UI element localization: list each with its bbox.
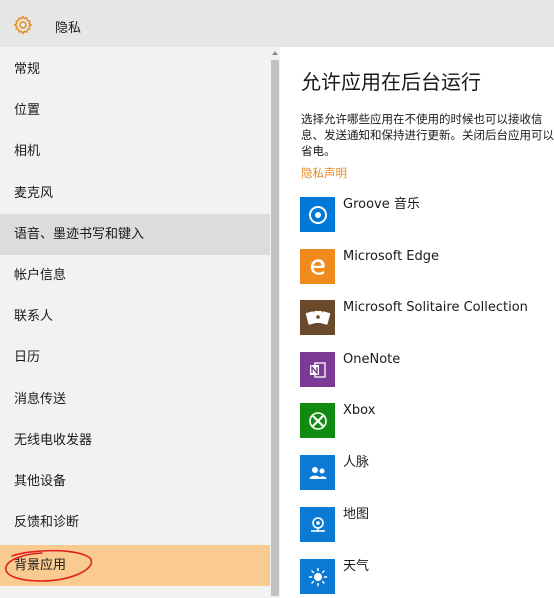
solitaire-cards-icon [300, 300, 335, 335]
sidebar-item-messaging[interactable]: 消息传送 [0, 379, 270, 420]
sidebar-item-feedback-diagnostics[interactable]: 反馈和诊断 [0, 502, 270, 543]
app-name: OneNote [343, 352, 401, 367]
red-circle-annotation [5, 549, 93, 582]
app-name: Xbox [343, 403, 376, 418]
sidebar-item-other-devices[interactable]: 其他设备 [0, 461, 270, 502]
sidebar-item-calendar[interactable]: 日历 [0, 337, 270, 378]
people-icon [300, 455, 335, 490]
sidebar-item-speech-inking-typing[interactable]: 语音、墨迹书写和键入 [0, 214, 270, 255]
window-title: 隐私 [55, 21, 82, 36]
sidebar-item-camera[interactable]: 相机 [0, 131, 270, 172]
app-name: 人脉 [343, 455, 370, 470]
xbox-icon [300, 403, 335, 438]
sidebar-item-location[interactable]: 位置 [0, 90, 270, 131]
sidebar-item-general[interactable]: 常规 [0, 49, 270, 90]
page-description: 选择允许哪些应用在不使用的时候也可以接收信息、发送通知和保持进行更新。关闭后台应… [301, 112, 554, 158]
sidebar-item-contacts[interactable]: 联系人 [0, 296, 270, 337]
title-bar: 隐私 [0, 0, 554, 47]
privacy-statement-link[interactable]: 隐私声明 [301, 165, 347, 181]
groove-music-icon [300, 197, 335, 232]
app-name: 天气 [343, 559, 370, 574]
edge-icon [300, 249, 335, 284]
app-name: Groove 音乐 [343, 197, 420, 212]
app-row-people[interactable]: 人脉 [300, 455, 554, 491]
app-row-maps[interactable]: 地图 [300, 507, 554, 543]
app-row-groove[interactable]: Groove 音乐 [300, 197, 554, 233]
app-row-onenote[interactable]: OneNote [300, 352, 554, 388]
page-title: 允许应用在后台运行 [301, 70, 481, 94]
app-row-xbox[interactable]: Xbox [300, 403, 554, 439]
sidebar-item-microphone[interactable]: 麦克风 [0, 173, 270, 214]
app-row-edge[interactable]: Microsoft Edge [300, 249, 554, 285]
gear-icon [13, 15, 33, 35]
weather-icon [300, 559, 335, 594]
app-name: 地图 [343, 507, 370, 522]
onenote-icon [300, 352, 335, 387]
app-row-solitaire[interactable]: Microsoft Solitaire Collection [300, 300, 554, 336]
app-name: Microsoft Edge [343, 249, 440, 264]
sidebar-item-radios[interactable]: 无线电收发器 [0, 420, 270, 461]
sidebar-item-account-info[interactable]: 帐户信息 [0, 255, 270, 296]
sidebar-scrollbar-thumb[interactable] [271, 60, 279, 596]
maps-icon [300, 507, 335, 542]
app-row-weather[interactable]: 天气 [300, 559, 554, 595]
scroll-up-arrow-icon[interactable] [271, 48, 279, 58]
app-name: Microsoft Solitaire Collection [343, 300, 528, 315]
